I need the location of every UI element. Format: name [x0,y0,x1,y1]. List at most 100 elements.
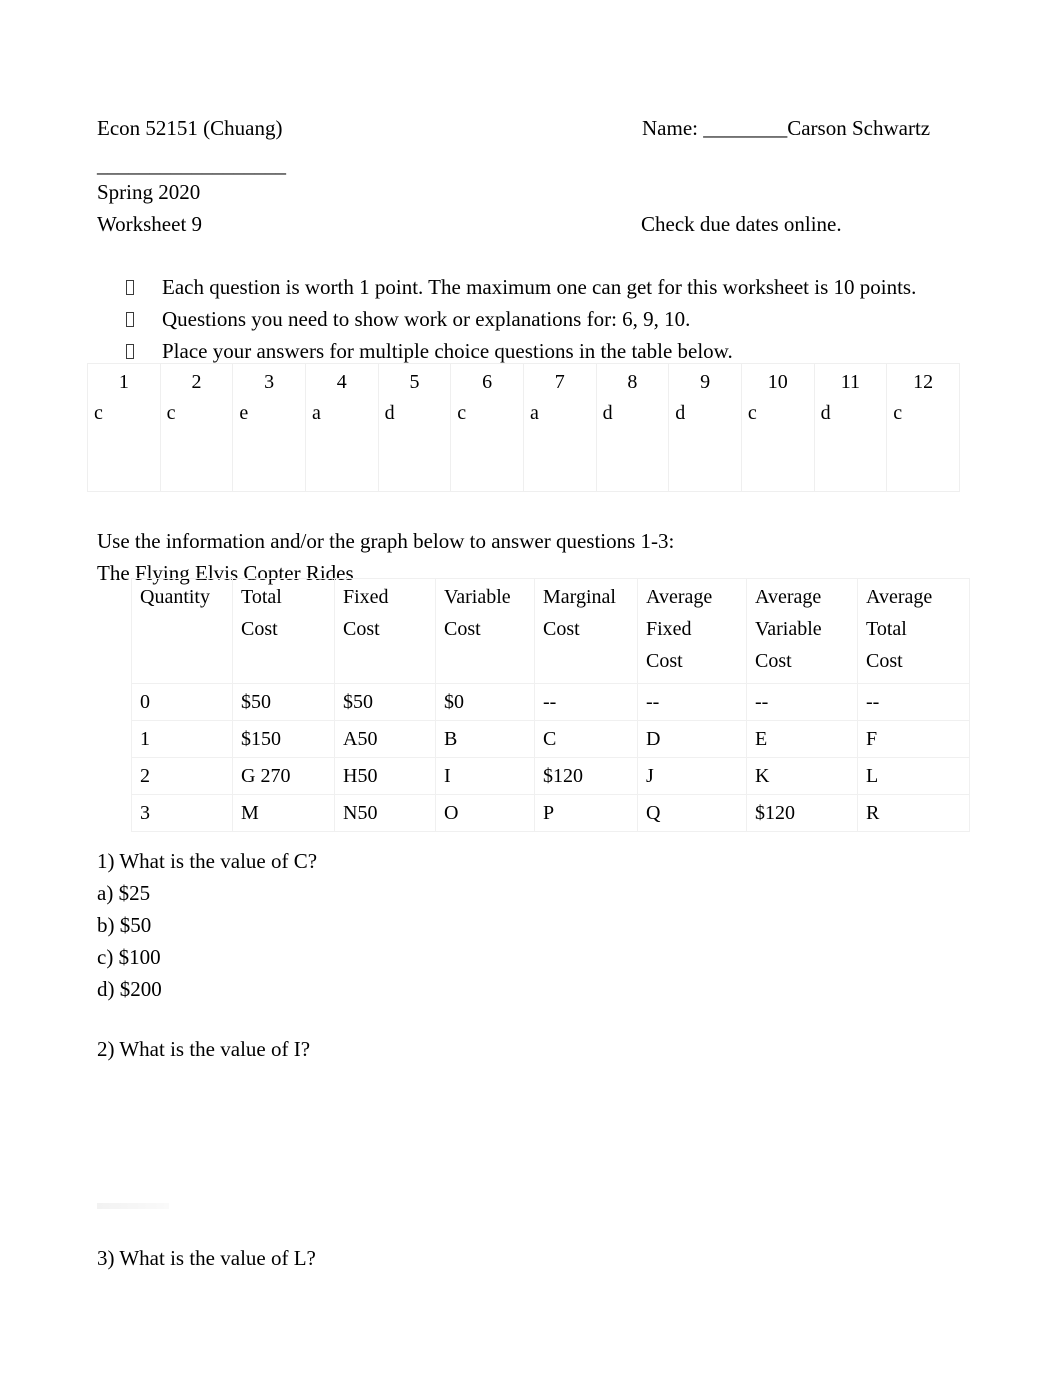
term-label: Spring 2020 [97,180,201,204]
table-row: 2 G 270 H50 I $120 J K L [131,757,970,795]
cell-average-fixed-cost: J [637,757,747,795]
answer-cell[interactable]: 8 d [595,363,670,492]
cell-variable-cost: B [435,720,535,758]
table-row: 1 c 2 c 3 e 4 a 5 d 6 c 7 a 8 d 9 d 10 c… [87,363,960,492]
cost-data-table: Quantity Total Cost Fixed Cost Variable … [131,578,970,832]
course-title: Econ 52151 (Chuang) [97,116,283,140]
answer-letter: c [94,402,103,424]
column-header-total-cost: Total Cost [232,578,335,684]
answer-letter: a [529,402,539,424]
option-b[interactable]: b) $50 [97,909,317,941]
column-header-marginal-cost: Marginal Cost [534,578,638,684]
answer-cell[interactable]: 11 d [813,363,888,492]
answer-cell[interactable]: 2 c [159,363,234,492]
question-2: 2) What is the value of I? [97,1033,310,1065]
question-stem: 3) What is the value of L? [97,1246,316,1270]
answer-cell[interactable]: 3 e [232,363,306,492]
answer-cell[interactable]: 1 c [87,363,161,492]
question-number: 1 [118,371,129,393]
table-row: 0 $50 $50 $0 -- -- -- -- [131,683,970,721]
cell-total-cost: $50 [232,683,335,721]
cell-marginal-cost: C [534,720,638,758]
instruction-text: Each question is worth 1 point. The maxi… [162,275,917,299]
question-stem: 2) What is the value of I? [97,1037,311,1061]
cell-fixed-cost: H50 [334,757,436,795]
instruction-text: Questions you need to show work or expla… [162,307,691,331]
page-artifact [97,1203,169,1209]
question-number: 6 [482,371,493,393]
cell-total-cost: $150 [232,720,335,758]
cell-fixed-cost: N50 [334,794,436,832]
answer-cell[interactable]: 10 c [740,363,815,492]
column-header-variable-cost: Variable Cost [435,578,535,684]
question-number: 3 [264,371,275,393]
column-header-average-total-cost: Average Total Cost [857,578,970,684]
question-number: 4 [336,371,347,393]
answer-cell[interactable]: 12 c [886,363,960,492]
table-row: 1 $150 A50 B C D E F [131,720,970,758]
cell-average-total-cost: L [857,757,970,795]
cell-quantity: 1 [131,720,233,758]
answer-letter: c [457,402,467,424]
cell-marginal-cost: $120 [534,757,638,795]
missing-glyph-bullet-icon [126,304,162,335]
instructions-list: Each question is worth 1 point. The maxi… [126,272,956,368]
cell-variable-cost: O [435,794,535,832]
cell-total-cost: G 270 [232,757,335,795]
question-number: 11 [840,371,861,393]
worksheet-page: Econ 52151 (Chuang) Name: ________Carson… [0,0,1062,1377]
answer-letter: d [820,402,831,424]
missing-glyph-bullet-icon [126,272,162,303]
cell-variable-cost: $0 [435,683,535,721]
document-header: Econ 52151 (Chuang) Name: ________Carson… [97,113,957,143]
list-item: Questions you need to show work or expla… [126,304,956,335]
question-number: 7 [554,371,565,393]
answer-grid-table: 1 c 2 c 3 e 4 a 5 d 6 c 7 a 8 d 9 d 10 c… [87,363,960,492]
question-number: 5 [409,371,420,393]
answer-cell[interactable]: 4 a [304,363,379,492]
cell-quantity: 2 [131,757,233,795]
column-header-fixed-cost: Fixed Cost [334,578,436,684]
cell-quantity: 0 [131,683,233,721]
option-d[interactable]: d) $200 [97,973,317,1005]
cell-average-fixed-cost: -- [637,683,747,721]
question-3: 3) What is the value of L? [97,1242,316,1274]
column-header-average-fixed-cost: Average Fixed Cost [637,578,747,684]
cell-total-cost: M [232,794,335,832]
table-header-row: Quantity Total Cost Fixed Cost Variable … [131,578,970,684]
answer-cell[interactable]: 5 d [377,363,452,492]
worksheet-label: Worksheet 9 [97,212,203,236]
column-header-quantity: Quantity [131,578,233,684]
question-stem: 1) What is the value of C? [97,849,318,873]
answer-letter: c [747,402,757,424]
header-underline: __________________ [97,153,286,177]
cell-average-total-cost: -- [857,683,970,721]
cell-average-variable-cost: $120 [746,794,858,832]
option-c[interactable]: c) $100 [97,941,317,973]
question-number: 12 [913,371,934,393]
answer-letter: a [311,402,321,424]
answer-cell[interactable]: 7 a [522,363,597,492]
answer-cell[interactable]: 6 c [450,363,524,492]
option-a[interactable]: a) $25 [97,877,317,909]
use-information-prompt: Use the information and/or the graph bel… [97,529,675,553]
cell-fixed-cost: A50 [334,720,436,758]
answer-letter: d [384,402,395,424]
answer-letter: d [675,402,686,424]
cell-quantity: 3 [131,794,233,832]
cell-average-total-cost: F [857,720,970,758]
answer-cell[interactable]: 9 d [668,363,742,492]
cell-average-variable-cost: E [746,720,858,758]
cell-marginal-cost: P [534,794,638,832]
cell-fixed-cost: $50 [334,683,436,721]
question-number: 10 [767,371,788,393]
cell-average-variable-cost: K [746,757,858,795]
due-date-note: Check due dates online. [641,212,842,236]
student-name-field: Name: ________Carson Schwartz [642,116,931,140]
cell-variable-cost: I [435,757,535,795]
list-item: Each question is worth 1 point. The maxi… [126,272,956,303]
answer-letter: c [893,402,903,424]
question-number: 9 [700,371,711,393]
question-number: 2 [191,371,202,393]
cell-average-variable-cost: -- [746,683,858,721]
